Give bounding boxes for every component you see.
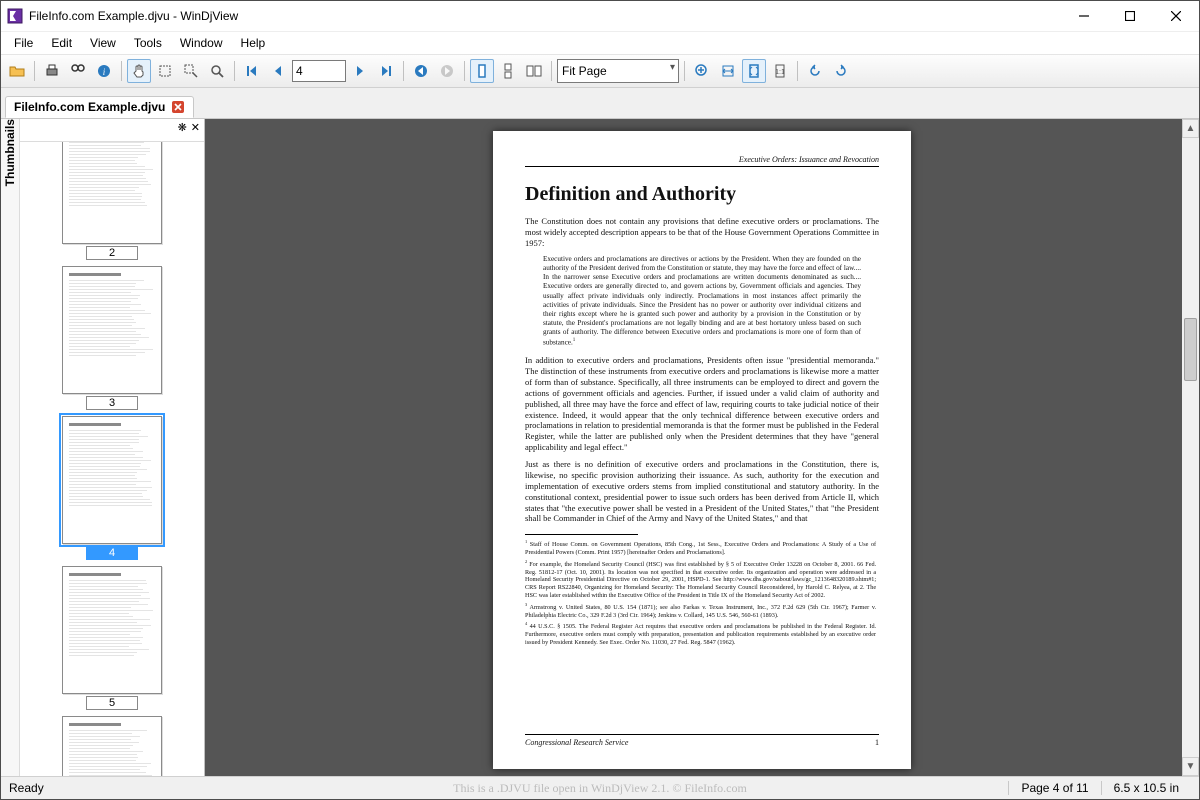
menu-help[interactable]: Help [234, 34, 273, 52]
vertical-scrollbar[interactable]: ▲ ▼ [1182, 119, 1199, 776]
menu-file[interactable]: File [7, 34, 40, 52]
thumbnail-item[interactable]: 6 [62, 716, 162, 776]
last-page-icon[interactable] [374, 59, 398, 83]
scroll-up-icon[interactable]: ▲ [1182, 119, 1199, 138]
thumbnails-tab[interactable]: Thumbnails [1, 119, 20, 776]
open-icon[interactable] [5, 59, 29, 83]
single-page-icon[interactable] [470, 59, 494, 83]
status-page: Page 4 of 11 [1008, 781, 1100, 795]
page-viewer[interactable]: Executive Orders: Issuance and Revocatio… [205, 119, 1199, 776]
toolbar: i 1:1 [1, 55, 1199, 88]
facing-icon[interactable] [522, 59, 546, 83]
page-number-input[interactable] [292, 60, 346, 82]
scroll-down-icon[interactable]: ▼ [1182, 757, 1199, 776]
thumbnail-list[interactable]: 2 3 4 5 6 [20, 142, 204, 776]
thumbnail-item[interactable]: 4 [62, 416, 162, 560]
first-page-icon[interactable] [240, 59, 264, 83]
page-footer-source: Congressional Research Service [525, 738, 628, 747]
hand-tool-icon[interactable] [127, 59, 151, 83]
page-paragraph: The Constitution does not contain any pr… [525, 216, 879, 249]
status-size: 6.5 x 10.5 in [1101, 781, 1191, 795]
page-quote: Executive orders and proclamations are d… [543, 255, 861, 348]
titlebar: FileInfo.com Example.djvu - WinDjView [1, 1, 1199, 32]
nav-back-icon[interactable] [409, 59, 433, 83]
thumbnail-label: 5 [86, 696, 138, 710]
info-icon[interactable]: i [92, 59, 116, 83]
prev-page-icon[interactable] [266, 59, 290, 83]
nav-forward-icon[interactable] [435, 59, 459, 83]
find-icon[interactable] [66, 59, 90, 83]
rotate-right-icon[interactable] [829, 59, 853, 83]
menu-view[interactable]: View [83, 34, 123, 52]
thumbnails-close-icon[interactable]: ✕ [191, 121, 200, 139]
document-tab[interactable]: FileInfo.com Example.djvu [5, 96, 194, 118]
thumbnail-item[interactable]: 5 [62, 566, 162, 710]
menu-edit[interactable]: Edit [44, 34, 79, 52]
thumbnail-item[interactable]: 2 [62, 142, 162, 260]
rendered-page: Executive Orders: Issuance and Revocatio… [493, 131, 911, 769]
close-button[interactable] [1153, 1, 1199, 31]
page-paragraph: In addition to executive orders and proc… [525, 355, 879, 453]
select-tool-icon[interactable] [153, 59, 177, 83]
minimize-button[interactable] [1061, 1, 1107, 31]
page-footer-number: 1 [875, 738, 879, 747]
zoom-select[interactable] [557, 59, 679, 83]
page-paragraph: Just as there is no definition of execut… [525, 459, 879, 524]
statusbar: Ready This is a .DJVU file open in WinDj… [1, 776, 1199, 799]
thumbnail-label: 2 [86, 246, 138, 260]
thumbnail-item[interactable]: 3 [62, 266, 162, 410]
thumbnails-settings-icon[interactable]: ❋ [178, 121, 187, 139]
status-caption: This is a .DJVU file open in WinDjView 2… [453, 781, 747, 796]
page-running-head: Executive Orders: Issuance and Revocatio… [525, 155, 879, 167]
page-heading: Definition and Authority [525, 183, 879, 206]
svg-text:1:1: 1:1 [775, 69, 785, 76]
status-text: Ready [9, 781, 44, 795]
window-title: FileInfo.com Example.djvu - WinDjView [29, 9, 238, 23]
thumbnail-label: 3 [86, 396, 138, 410]
menu-window[interactable]: Window [173, 34, 230, 52]
continuous-icon[interactable] [496, 59, 520, 83]
tabbar: FileInfo.com Example.djvu [1, 88, 1199, 119]
tab-close-icon[interactable] [171, 100, 185, 114]
document-tab-label: FileInfo.com Example.djvu [14, 100, 165, 114]
app-icon [7, 8, 23, 24]
thumbnail-label: 4 [86, 546, 138, 560]
fit-page-icon[interactable] [742, 59, 766, 83]
thumbnails-panel: ❋ ✕ 2 3 4 5 6 [20, 119, 205, 776]
next-page-icon[interactable] [348, 59, 372, 83]
page-footnotes: 1 Staff of House Comm. on Government Ope… [525, 534, 638, 646]
zoom-in-icon[interactable] [690, 59, 714, 83]
scroll-thumb[interactable] [1184, 318, 1197, 382]
fit-width-icon[interactable] [716, 59, 740, 83]
menubar: File Edit View Tools Window Help [1, 32, 1199, 55]
print-icon[interactable] [40, 59, 64, 83]
actual-size-icon[interactable]: 1:1 [768, 59, 792, 83]
menu-tools[interactable]: Tools [127, 34, 169, 52]
magnify-icon[interactable] [205, 59, 229, 83]
maximize-button[interactable] [1107, 1, 1153, 31]
marquee-zoom-icon[interactable] [179, 59, 203, 83]
rotate-left-icon[interactable] [803, 59, 827, 83]
